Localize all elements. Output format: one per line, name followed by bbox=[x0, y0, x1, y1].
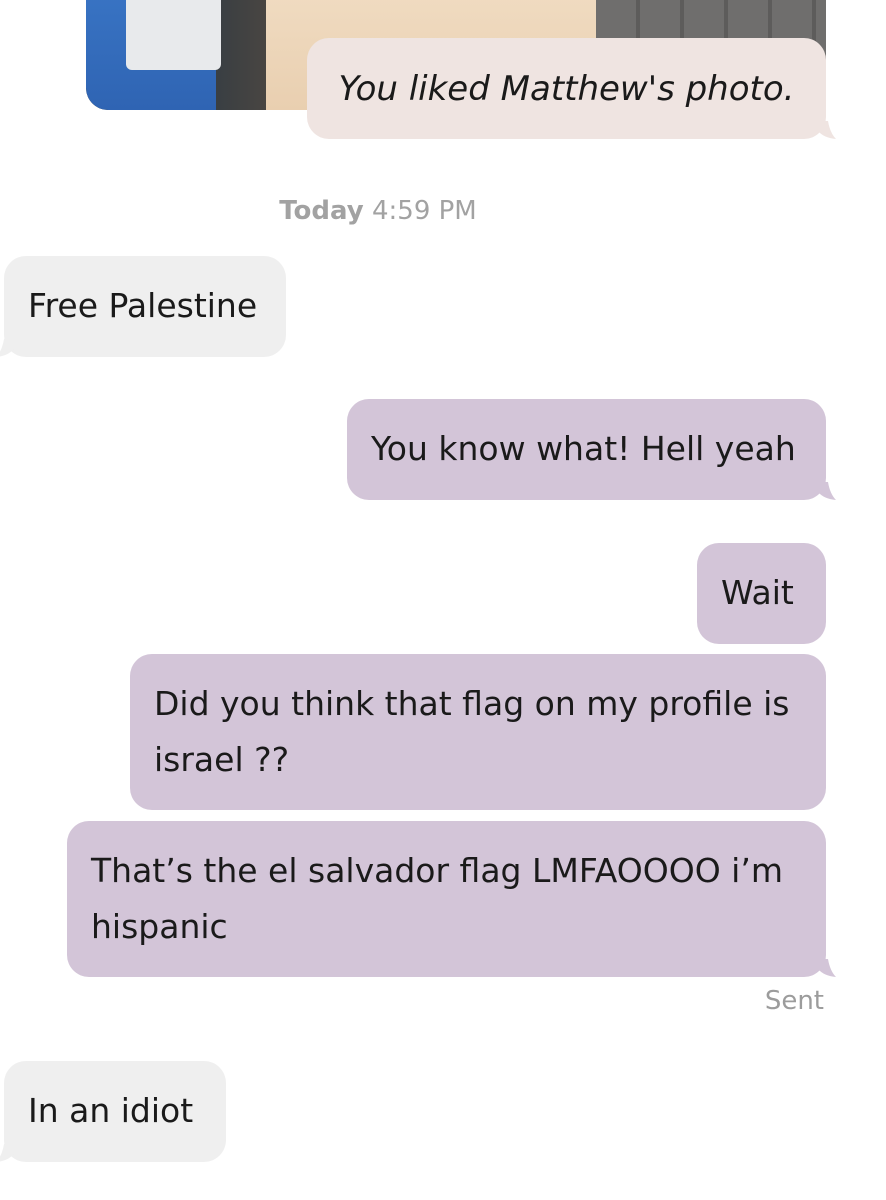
bubble-tail-icon bbox=[0, 339, 14, 357]
message-text: Did you think that flag on my profile is… bbox=[154, 684, 790, 779]
photo-white-object bbox=[126, 0, 221, 70]
message-incoming[interactable]: In an idiot bbox=[4, 1061, 226, 1162]
message-text: In an idiot bbox=[28, 1091, 194, 1130]
message-incoming[interactable]: Free Palestine bbox=[4, 256, 286, 357]
message-outgoing[interactable]: Did you think that flag on my profile is… bbox=[130, 654, 826, 810]
message-text: Wait bbox=[721, 573, 794, 612]
message-outgoing[interactable]: That’s the el salvador flag LMFAOOOO i’m… bbox=[67, 821, 826, 977]
message-status: Sent bbox=[764, 986, 824, 1016]
message-text: You know what! Hell yeah bbox=[371, 429, 796, 468]
bubble-tail-icon bbox=[818, 121, 836, 139]
timestamp-day: Today bbox=[279, 196, 364, 226]
bubble-tail-icon bbox=[818, 482, 836, 500]
liked-photo-caption: You liked Matthew's photo. bbox=[307, 38, 826, 139]
message-outgoing[interactable]: You know what! Hell yeah bbox=[347, 399, 826, 500]
message-text: That’s the el salvador flag LMFAOOOO i’m… bbox=[91, 851, 783, 946]
conversation-timestamp: Today 4:59 PM bbox=[0, 196, 756, 226]
bubble-tail-icon bbox=[0, 1144, 14, 1162]
timestamp-time: 4:59 PM bbox=[371, 196, 477, 226]
message-text: Free Palestine bbox=[28, 286, 258, 325]
bubble-tail-icon bbox=[818, 959, 836, 977]
message-outgoing[interactable]: Wait bbox=[697, 543, 826, 644]
